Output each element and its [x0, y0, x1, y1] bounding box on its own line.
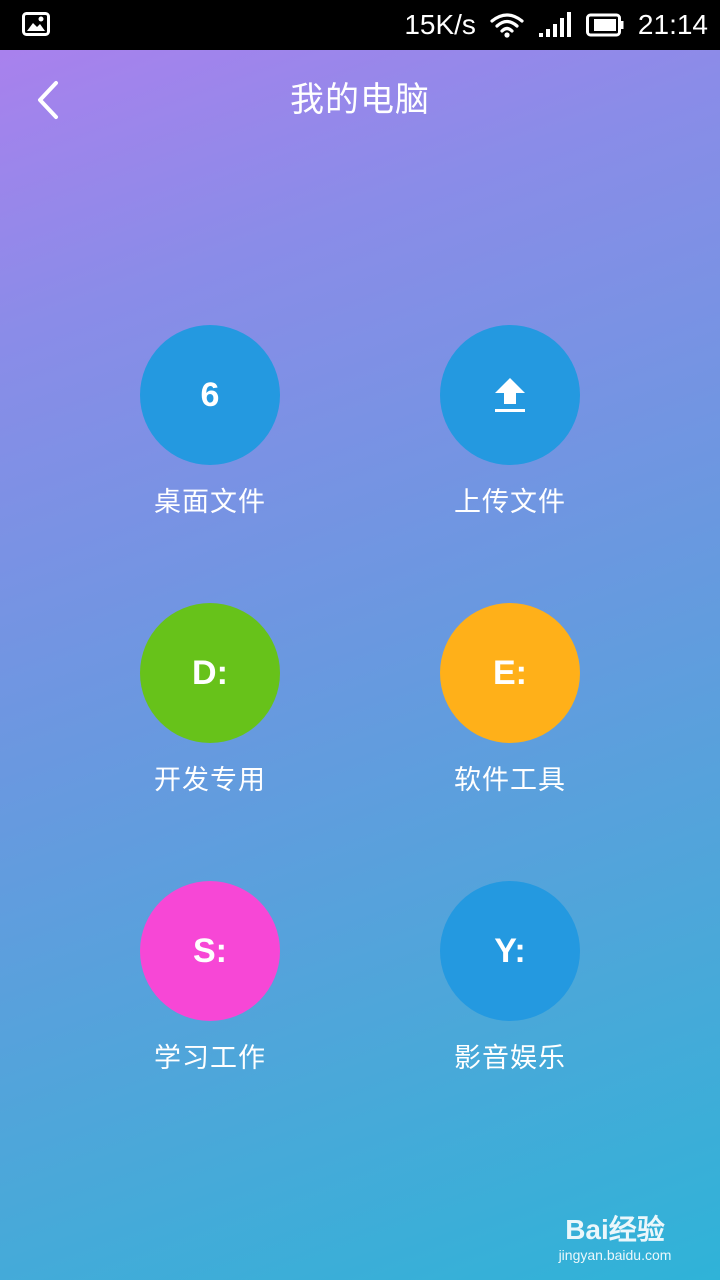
app-header: 我的电脑 — [0, 50, 720, 150]
battery-icon — [585, 13, 624, 37]
tile-drive-y[interactable]: Y: 影音娱乐 — [400, 881, 620, 1111]
signal-icon — [538, 12, 572, 38]
tile-drive-s[interactable]: S: 学习工作 — [100, 881, 320, 1111]
drive-d-circle[interactable]: D: — [140, 603, 280, 743]
desktop-files-circle[interactable]: 6 — [140, 325, 280, 465]
clock: 21:14 — [637, 9, 708, 40]
network-speed: 15K/s — [404, 9, 476, 40]
image-icon — [22, 12, 50, 36]
drive-e-symbol: E: — [493, 653, 527, 692]
upload-files-label: 上传文件 — [454, 487, 566, 518]
baidu-jingyan-watermark: Bai经验 jingyan.baidu.com — [550, 1214, 680, 1264]
drive-y-label: 影音娱乐 — [454, 1043, 566, 1074]
tile-drive-e[interactable]: E: 软件工具 — [400, 603, 620, 833]
drive-s-label: 学习工作 — [154, 1043, 266, 1074]
page-title: 我的电脑 — [290, 80, 430, 120]
status-bar: 15K/s 21:14 — [0, 0, 720, 50]
drive-e-circle[interactable]: E: — [440, 603, 580, 743]
drive-s-circle[interactable]: S: — [140, 881, 280, 1021]
upload-files-circle[interactable] — [440, 325, 580, 465]
drive-s-symbol: S: — [193, 931, 227, 970]
upload-icon — [495, 378, 525, 412]
drive-d-label: 开发专用 — [154, 765, 266, 796]
desktop-files-label: 桌面文件 — [154, 487, 266, 518]
drive-y-circle[interactable]: Y: — [440, 881, 580, 1021]
watermark-logo: Bai经验 — [565, 1214, 665, 1245]
watermark-url: jingyan.baidu.com — [558, 1247, 672, 1263]
drive-e-label: 软件工具 — [454, 765, 566, 796]
drive-d-symbol: D: — [192, 653, 228, 692]
tile-drive-d[interactable]: D: 开发专用 — [100, 603, 320, 833]
wifi-icon — [490, 12, 524, 38]
drive-y-symbol: Y: — [494, 931, 526, 970]
tile-upload-files[interactable]: 上传文件 — [400, 325, 620, 555]
desktop-files-symbol: 6 — [200, 375, 220, 414]
tile-desktop-files[interactable]: 6 桌面文件 — [100, 325, 320, 555]
